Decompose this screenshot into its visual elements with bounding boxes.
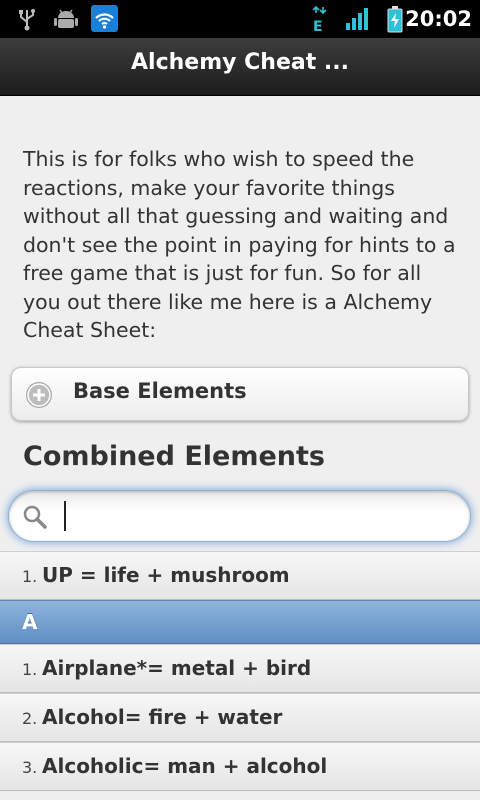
section-heading: Combined Elements [23, 441, 325, 472]
list-item-text: UP = life + mushroom [42, 563, 290, 587]
collapsible-label: Base Elements [73, 379, 247, 403]
base-elements-collapsible[interactable]: Base Elements [11, 367, 469, 421]
usb-icon [16, 6, 38, 36]
plus-icon [25, 381, 53, 409]
list-item[interactable]: 3. Alcoholic= man + alcohol [0, 742, 480, 791]
intro-paragraph: This is for folks who wish to speed the … [23, 147, 456, 342]
list-item-number: 3. [22, 758, 38, 777]
list-item[interactable]: 2. Alcohol= fire + water [0, 693, 480, 742]
list-item-number: 1. [22, 660, 38, 679]
svg-text:E: E [313, 19, 323, 33]
search-input[interactable] [55, 499, 457, 533]
elements-list: 1. UP = life + mushroom A 1. Airplane*= … [0, 551, 480, 791]
battery-charging-icon [386, 5, 404, 37]
page-title: Alchemy Cheat ... [131, 50, 349, 75]
divider-label: A [22, 610, 38, 634]
list-item-text: Alcohol= fire + water [42, 705, 283, 729]
edge-data-icon: E [310, 5, 330, 37]
status-bar: E 20:02 [0, 0, 480, 38]
list-item-number: 1. [22, 567, 38, 586]
list-divider-a: A [0, 600, 480, 644]
title-bar: Alchemy Cheat ... [0, 38, 480, 96]
list-item[interactable]: 1. Airplane*= metal + bird [0, 644, 480, 693]
android-debug-icon [53, 6, 79, 36]
list-item[interactable]: 1. UP = life + mushroom [0, 551, 480, 600]
search-icon [22, 504, 48, 530]
text-cursor [64, 501, 66, 531]
search-box[interactable] [8, 490, 471, 542]
signal-icon [345, 7, 371, 35]
clock: 20:02 [405, 7, 472, 31]
list-item-text: Alcoholic= man + alcohol [42, 754, 328, 778]
list-item-text: Airplane*= metal + bird [42, 656, 312, 680]
wifi-icon [91, 5, 118, 36]
list-item-number: 2. [22, 709, 38, 728]
